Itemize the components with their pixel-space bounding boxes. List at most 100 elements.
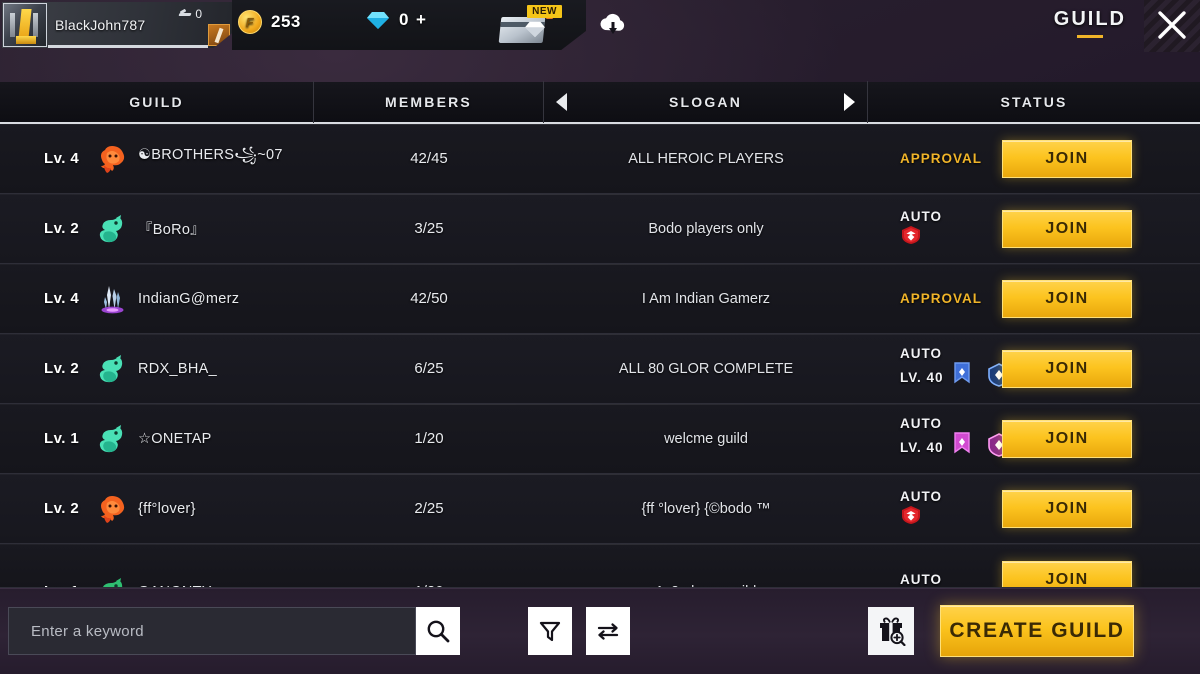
lion-emblem-orange-icon [96, 493, 130, 525]
cell-members: 42/45 [410, 150, 448, 167]
heroic-rank-badge [900, 505, 1016, 530]
diamond-currency[interactable]: 0 + [366, 10, 426, 30]
shop-diamond-glyph [524, 20, 546, 43]
table-row[interactable]: Lv. 4 ☯BROTHERS꧁~07 42/45 ALL HEROIC PLAYER… [0, 124, 1200, 194]
guild-name: ☆ONETAP [138, 430, 212, 447]
gift-search-icon [880, 617, 906, 646]
filter-funnel-icon [539, 621, 561, 642]
download-cloud-icon[interactable] [596, 9, 630, 43]
cell-status: AUTO LV. 40 JOIN [868, 415, 1200, 463]
cell-slogan: ALL 80 GLOR COMPLETE [618, 360, 794, 377]
cell-status: AUTO LV. 40 JOIN [868, 345, 1200, 393]
search-input[interactable]: Enter a keyword [8, 607, 416, 655]
banner-badge-blue-icon [952, 361, 972, 393]
cell-slogan: I Am Indian Gamerz [641, 290, 771, 307]
join-button[interactable]: JOIN [1002, 279, 1132, 318]
search-button[interactable] [416, 607, 460, 655]
avatar[interactable] [3, 3, 47, 47]
guild-name: IndianG@merz [138, 290, 240, 307]
guild-level: Lv. 2 [44, 360, 80, 377]
guild-list[interactable]: Lv. 4 ☯BROTHERS꧁~07 42/45 ALL HEROIC PLAYER… [0, 124, 1200, 588]
create-guild-label: CREATE GUILD [949, 619, 1125, 642]
player-badge-count: 0 [179, 7, 202, 21]
status-level-row: LV. 40 [900, 431, 1016, 463]
status-block: AUTO LV. 40 [868, 345, 1016, 393]
table-row[interactable]: Lv. 4 IndianG@merz 42/50 I Am Indian Gamerz… [0, 264, 1200, 334]
heroic-rank-badge-icon [902, 225, 920, 244]
status-block: APPROVAL [868, 291, 1016, 306]
join-button[interactable]: JOIN [1002, 560, 1132, 587]
heroic-rank-badge [900, 225, 1016, 250]
table-row[interactable]: Lv. 1 ☆ONETAP 1/20 welcme guild AUTO LV. 40 JO… [0, 404, 1200, 474]
column-header-slogan: SLOGAN [544, 81, 868, 123]
column-header-status: STATUS [1000, 94, 1068, 110]
diamond-icon [366, 10, 390, 30]
wing-icon [179, 9, 192, 20]
status-block: AUTO [868, 488, 1016, 530]
cell-members: 6/25 [414, 360, 444, 377]
lion-emblem-orange-icon [96, 143, 130, 175]
cell-slogan: Bodo players only [648, 220, 764, 237]
guild-level: Lv. 2 [44, 500, 80, 517]
slogan-prev-arrow-icon[interactable] [556, 93, 567, 111]
join-button[interactable]: JOIN [1002, 349, 1132, 388]
status-block: AUTO [868, 208, 1016, 250]
status-approval-label: APPROVAL [900, 291, 983, 306]
join-button[interactable]: JOIN [1002, 209, 1132, 248]
guild-name: 『BoRo』 [138, 222, 206, 238]
slogan-next-arrow-icon[interactable] [844, 93, 855, 111]
table-row[interactable]: Lv. 1GANONTY1/201v2 players gildAUTOJOIN [0, 544, 1200, 588]
join-button[interactable]: JOIN [1002, 419, 1132, 458]
guild-level: Lv. 4 [44, 150, 80, 167]
gold-amount: 253 [271, 12, 301, 31]
tab-guild-label: GUILD [1053, 8, 1126, 30]
cell-guild: Lv. 1GANONTY [0, 576, 314, 587]
guild-level: Lv. 1 [44, 430, 80, 447]
guild-level: Lv. 4 [44, 290, 80, 307]
table-row[interactable]: Lv. 2 『BoRo』 3/25 Bodo players only AUTO JOIN [0, 194, 1200, 264]
sort-toggle-button[interactable] [586, 607, 630, 655]
tab-active-underline [1076, 35, 1103, 38]
guild-level: Lv. 2 [44, 220, 80, 237]
status-level-row: LV. 40 [900, 361, 1016, 393]
banner-badge-pink-icon [952, 431, 972, 463]
dragon-emblem-teal-icon [96, 353, 130, 385]
player-plate[interactable]: BlackJohn787 0 [2, 2, 232, 48]
column-header-guild: GUILD [0, 81, 314, 123]
search-bar[interactable]: Enter a keyword [8, 607, 460, 655]
cell-guild: Lv. 4 ☯BROTHERS꧁~07 [0, 143, 314, 175]
diamond-shop-icon[interactable]: NEW [498, 5, 562, 44]
table-row[interactable]: Lv. 2 {ff°lover} 2/25 {ff °lover} {©bodo ™ A… [0, 474, 1200, 544]
status-block: APPROVAL [868, 151, 1016, 166]
guild-list-screen: BlackJohn787 0 F 253 0 + NEW GUILD GUILD… [0, 0, 1200, 674]
gold-currency[interactable]: F 253 [238, 10, 301, 34]
cell-status: APPROVAL JOIN [868, 279, 1200, 318]
new-badge: NEW [527, 5, 562, 18]
cell-slogan: ALL HEROIC PLAYERS [628, 150, 784, 167]
cell-status: AUTO JOIN [868, 208, 1200, 250]
table-row[interactable]: Lv. 2 RDX_BHA_ 6/25 ALL 80 GLOR COMPLETE AUT… [0, 334, 1200, 404]
status-approval-label: APPROVAL [900, 151, 983, 166]
diamond-plus-icon[interactable]: + [416, 10, 426, 30]
cell-guild: Lv. 2 {ff°lover} [0, 493, 314, 525]
castle-emblem-blue-icon [96, 283, 130, 315]
cell-members: 42/50 [410, 290, 448, 307]
search-placeholder: Enter a keyword [31, 622, 144, 640]
status-auto-label: AUTO [900, 208, 943, 224]
dragon-emblem-green-icon [96, 576, 130, 587]
cell-guild: Lv. 2 RDX_BHA_ [0, 353, 314, 385]
close-button[interactable] [1144, 0, 1200, 52]
guild-name: ☯BROTHERS꧁~07 [138, 147, 283, 163]
cell-guild: Lv. 2 『BoRo』 [0, 213, 314, 245]
tab-guild[interactable]: GUILD [1054, 8, 1126, 38]
create-guild-button[interactable]: CREATE GUILD [940, 605, 1134, 657]
swap-arrows-icon [597, 623, 619, 640]
join-button[interactable]: JOIN [1002, 139, 1132, 178]
player-name: BlackJohn787 [55, 17, 146, 33]
status-auto-label: AUTO [900, 415, 943, 431]
cell-status: APPROVAL JOIN [868, 139, 1200, 178]
gift-search-button[interactable] [868, 607, 914, 655]
join-button[interactable]: JOIN [1002, 489, 1132, 528]
filter-button[interactable] [528, 607, 572, 655]
status-auto-label: AUTO [900, 572, 943, 587]
